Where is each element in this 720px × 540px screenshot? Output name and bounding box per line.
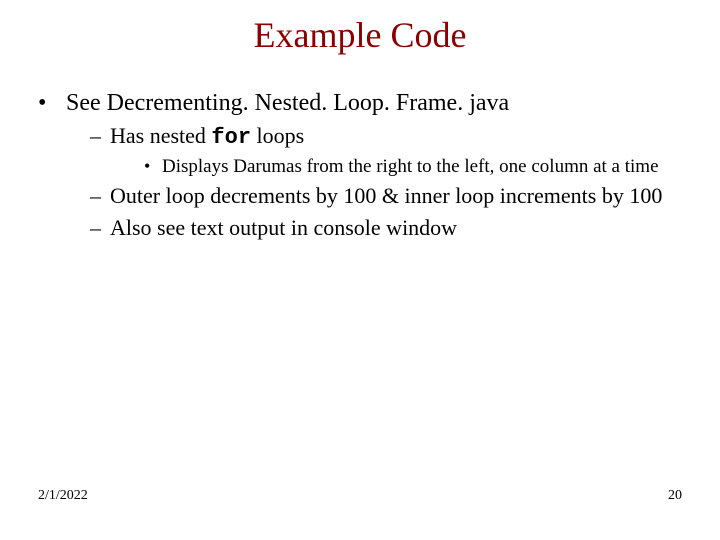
sub-bullet-text-post: loops xyxy=(251,123,304,148)
subsub-bullet-list: Displays Darumas from the right to the l… xyxy=(110,156,682,179)
bullet-list: See Decrementing. Nested. Loop. Frame. j… xyxy=(38,88,682,241)
code-keyword: for xyxy=(211,125,251,150)
slide-body: See Decrementing. Nested. Loop. Frame. j… xyxy=(38,88,682,247)
sub-bullet-item: Has nested for loops Displays Darumas fr… xyxy=(90,122,682,178)
bullet-item: See Decrementing. Nested. Loop. Frame. j… xyxy=(38,88,682,241)
subsub-bullet-text: Displays Darumas from the right to the l… xyxy=(162,156,659,177)
sub-bullet-item: Outer loop decrements by 100 & inner loo… xyxy=(90,182,682,210)
bullet-text: See Decrementing. Nested. Loop. Frame. j… xyxy=(66,90,509,116)
sub-bullet-item: Also see text output in console window xyxy=(90,214,682,242)
sub-bullet-text: Outer loop decrements by 100 & inner loo… xyxy=(110,183,662,208)
footer-page-number: 20 xyxy=(668,488,682,504)
subsub-bullet-item: Displays Darumas from the right to the l… xyxy=(144,156,682,179)
sub-bullet-list: Has nested for loops Displays Darumas fr… xyxy=(66,122,682,241)
sub-bullet-text: Also see text output in console window xyxy=(110,215,457,240)
footer-date: 2/1/2022 xyxy=(38,488,88,504)
sub-bullet-text-pre: Has nested xyxy=(110,123,211,148)
slide: Example Code See Decrementing. Nested. L… xyxy=(0,0,720,540)
slide-title: Example Code xyxy=(0,14,720,56)
